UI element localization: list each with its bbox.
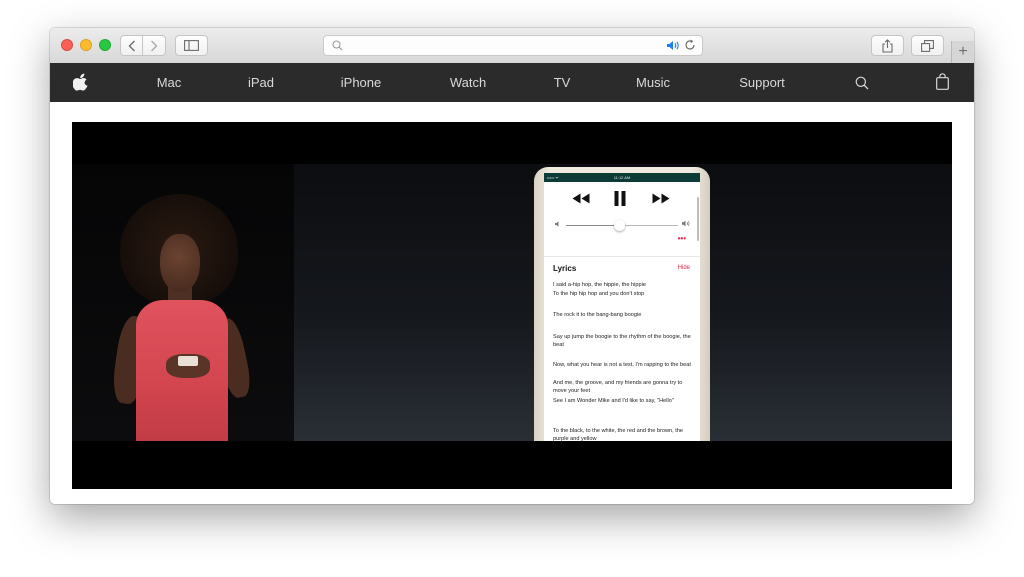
volume-slider-fill [566, 225, 620, 226]
lyric-line: The rock it to the bang-bang boogie [553, 312, 642, 318]
iphone-status-bar: ••••• ᯤ 11:12 AM [544, 173, 700, 182]
search-icon [332, 40, 343, 51]
lyric-line: And me, the groove, and my friends are g… [553, 380, 683, 394]
hide-lyrics-button[interactable]: Hide [678, 265, 690, 271]
status-time: 11:12 AM [613, 175, 631, 180]
iphone-screen: ••••• ᯤ 11:12 AM ••• Lyrics Hide I said … [544, 173, 700, 441]
nav-item-ipad[interactable]: iPad [248, 63, 274, 102]
shopping-bag-icon[interactable] [936, 73, 949, 90]
reload-icon[interactable] [684, 39, 696, 51]
browser-toolbar: + [50, 28, 974, 64]
apple-global-nav: Mac iPad iPhone Watch TV Music Support [50, 63, 974, 102]
scroll-indicator [697, 197, 699, 241]
browser-window: + Mac iPad iPhone Watch TV Music Support [50, 28, 974, 504]
presenter-face [160, 234, 200, 292]
fast-forward-icon[interactable] [652, 193, 670, 204]
nav-item-iphone[interactable]: iPhone [341, 63, 381, 102]
lyric-line: See I am Wonder Mike and I'd like to say… [553, 398, 674, 404]
rewind-icon[interactable] [572, 193, 590, 204]
more-options-button[interactable]: ••• [678, 234, 686, 243]
close-window-button[interactable] [61, 39, 73, 51]
keynote-video[interactable]: ••••• ᯤ 11:12 AM ••• Lyrics Hide I said … [72, 122, 952, 489]
forward-button[interactable] [143, 35, 166, 56]
back-button[interactable] [120, 35, 143, 56]
lyrics-title: Lyrics [553, 264, 577, 273]
handheld-phone [178, 356, 198, 366]
nav-item-music[interactable]: Music [636, 63, 670, 102]
nav-item-mac[interactable]: Mac [157, 63, 182, 102]
volume-low-icon [555, 221, 559, 227]
lyric-line: To the black, to the white, the red and … [553, 428, 683, 441]
page-content: ••••• ᯤ 11:12 AM ••• Lyrics Hide I said … [50, 102, 974, 504]
volume-high-icon [682, 220, 690, 227]
new-tab-icon: + [958, 43, 968, 60]
pause-icon[interactable] [614, 191, 626, 206]
lyrics-header: Lyrics Hide [544, 257, 700, 281]
zoom-window-button[interactable] [99, 39, 111, 51]
nav-item-watch[interactable]: Watch [450, 63, 486, 102]
presenter-figure [110, 194, 272, 441]
share-icon [882, 38, 893, 53]
new-tab-button[interactable]: + [951, 41, 974, 63]
audio-playing-icon[interactable] [666, 40, 680, 51]
nav-item-tv[interactable]: TV [554, 63, 571, 102]
apple-logo-icon[interactable] [73, 73, 89, 91]
forward-icon [151, 40, 158, 51]
back-icon [128, 40, 135, 51]
lyric-line: I said a-hip hop, the hippie, the hippie [553, 282, 646, 288]
sidebar-icon [184, 40, 199, 51]
lyric-line: Say up jump the boogie to the rhythm of … [553, 334, 691, 348]
search-icon[interactable] [855, 76, 869, 90]
lyric-line: Now, what you hear is not a test, I'm ra… [553, 362, 691, 368]
tabs-overview-icon [921, 39, 934, 52]
share-button[interactable] [871, 35, 904, 56]
lyric-line: To the hip hip hop and you don't stop [553, 291, 645, 297]
music-player-controls: ••• [544, 182, 700, 257]
sidebar-button[interactable] [175, 35, 208, 56]
iphone-demo-display: ••••• ᯤ 11:12 AM ••• Lyrics Hide I said … [534, 167, 710, 441]
minimize-window-button[interactable] [80, 39, 92, 51]
nav-item-support[interactable]: Support [739, 63, 785, 102]
tabs-overview-button[interactable] [911, 35, 944, 56]
address-bar[interactable] [323, 35, 703, 56]
volume-slider-knob[interactable] [614, 220, 626, 231]
